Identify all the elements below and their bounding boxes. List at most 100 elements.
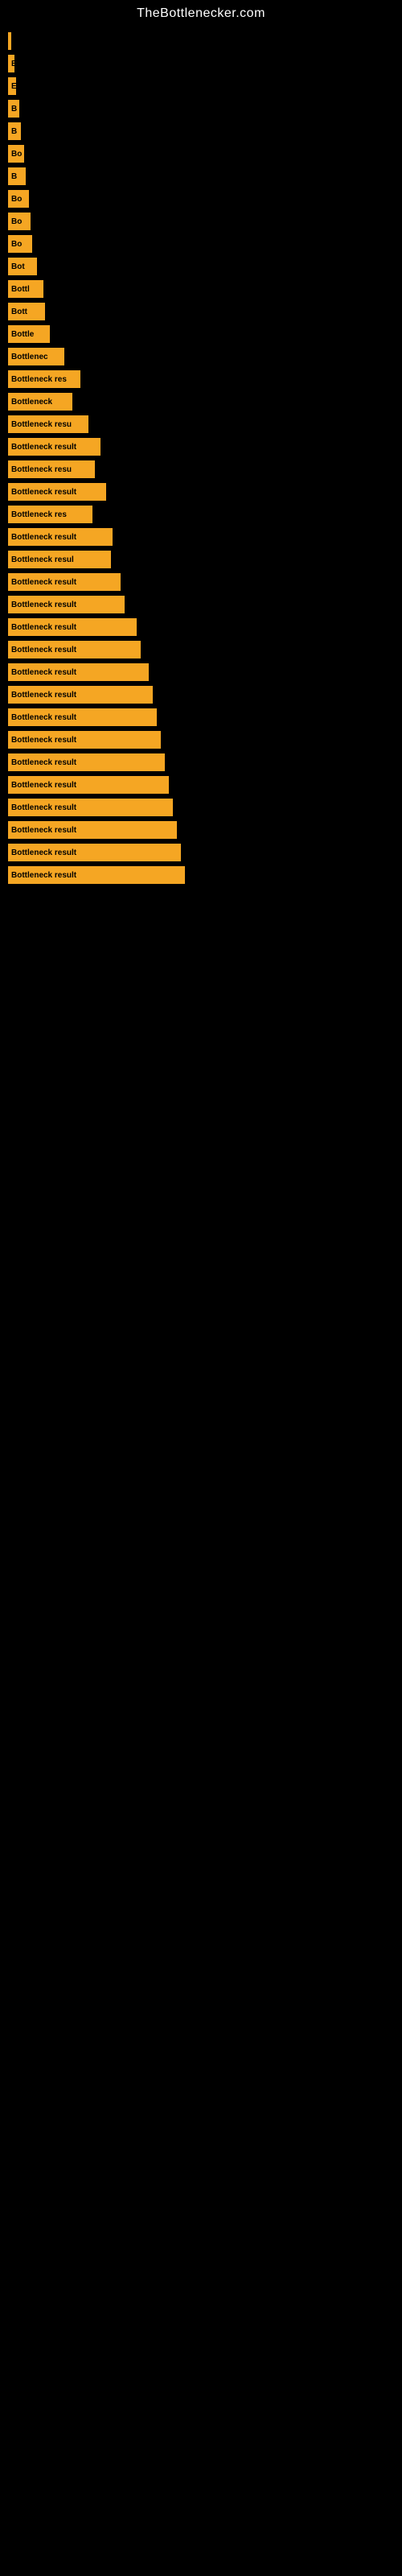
bar-item: Bottleneck result <box>8 483 106 501</box>
bar-label: Bottleneck res <box>11 510 67 519</box>
bar-row: Bottleneck resu <box>8 415 402 433</box>
bar-item: Bottleneck res <box>8 370 80 388</box>
bar-item: E <box>8 55 14 72</box>
bar-label: Bottlenec <box>11 353 48 361</box>
bar-label: Bott <box>11 308 27 316</box>
bar-label: Bottleneck result <box>11 668 76 677</box>
bar-item: Bottleneck result <box>8 686 153 704</box>
bar-label: Bottleneck resul <box>11 555 74 564</box>
bar-row: Bottleneck res <box>8 370 402 388</box>
bar-label: Bottleneck result <box>11 691 76 700</box>
bar-item: Bott <box>8 303 45 320</box>
bar-row: Bottleneck result <box>8 663 402 681</box>
bar-row: Bottleneck result <box>8 483 402 501</box>
bar-label: Bottleneck res <box>11 375 67 384</box>
bar-row: Bott <box>8 303 402 320</box>
bar-row: Bo <box>8 235 402 253</box>
bar-label: Bottleneck <box>11 398 52 407</box>
bar-item: Bottleneck result <box>8 753 165 771</box>
bar-row: Bottleneck result <box>8 753 402 771</box>
bar-row: Bottleneck result <box>8 686 402 704</box>
bar-label: Bottleneck result <box>11 443 76 452</box>
bar-label: Bottleneck result <box>11 578 76 587</box>
bar-item: Bottleneck result <box>8 596 125 613</box>
bar-item: Bottleneck result <box>8 573 121 591</box>
bar-label: Bottleneck result <box>11 601 76 609</box>
bar-row: B <box>8 122 402 140</box>
bar-row <box>8 32 402 50</box>
bar-item: Bottleneck result <box>8 641 141 658</box>
bar-row: Bottleneck result <box>8 573 402 591</box>
bar-item: Bottleneck resu <box>8 415 88 433</box>
bar-row: Bottleneck result <box>8 708 402 726</box>
bar-row: Bottleneck resu <box>8 460 402 478</box>
bar-item: Bottl <box>8 280 43 298</box>
bar-label: Bottleneck result <box>11 646 76 654</box>
bar-row: Bottleneck result <box>8 641 402 658</box>
bar-row: Bottleneck result <box>8 438 402 456</box>
bar-item: Bottleneck result <box>8 618 137 636</box>
bar-item: Bottleneck result <box>8 438 100 456</box>
bar-label: Bottleneck resu <box>11 420 72 429</box>
bar-row: Bottleneck result <box>8 731 402 749</box>
bar-label: Bottleneck resu <box>11 465 72 474</box>
bar-row: Bot <box>8 258 402 275</box>
bar-label: Bo <box>11 150 22 159</box>
bar-label: Bottleneck result <box>11 803 76 812</box>
bar-label: Bottle <box>11 330 34 339</box>
bar-item: B <box>8 167 26 185</box>
bar-item: Bottleneck result <box>8 528 113 546</box>
bar-item: Bottleneck result <box>8 776 169 794</box>
bar-label: Bottleneck result <box>11 488 76 497</box>
bar-row: Bo <box>8 145 402 163</box>
bar-row: Bottleneck resul <box>8 551 402 568</box>
bar-label: Bo <box>11 240 22 249</box>
bar-item: Bot <box>8 258 37 275</box>
bar-label: Bottleneck result <box>11 871 76 880</box>
bar-item: Bottleneck resul <box>8 551 111 568</box>
bar-label: Bottleneck result <box>11 848 76 857</box>
bar-label: Bottleneck result <box>11 826 76 835</box>
bar-label: B <box>11 172 17 181</box>
bar-row: Bottleneck <box>8 393 402 411</box>
bar-item: B <box>8 100 19 118</box>
bar-row: Bottleneck result <box>8 618 402 636</box>
bar-item: Bottleneck result <box>8 866 185 884</box>
bar-row: Bottleneck result <box>8 528 402 546</box>
bar-item: Bottleneck result <box>8 799 173 816</box>
bar-item: Bottleneck result <box>8 821 177 839</box>
bar-item: Bo <box>8 213 31 230</box>
bar-label: Bottleneck result <box>11 736 76 745</box>
bar-row: Bottle <box>8 325 402 343</box>
bar-item: Bottleneck result <box>8 708 157 726</box>
bar-item: Bottleneck resu <box>8 460 95 478</box>
bar-label: Bottleneck result <box>11 758 76 767</box>
bar-row: B <box>8 167 402 185</box>
bar-row: Bottleneck result <box>8 844 402 861</box>
bar-label: Bo <box>11 217 22 226</box>
bar-item: Bo <box>8 235 32 253</box>
bar-row: Bo <box>8 213 402 230</box>
bar-row: Bottlenec <box>8 348 402 365</box>
bar-label: Bo <box>11 195 22 204</box>
bar-label: B <box>11 127 17 136</box>
bars-container: E E B B Bo B Bo Bo Bo Bot Bottl Bott Bottle Bottlenec… <box>0 24 402 897</box>
bar-item <box>8 32 11 50</box>
bar-item: E <box>8 77 16 95</box>
bar-item: Bottleneck result <box>8 663 149 681</box>
bar-label: Bottl <box>11 285 30 294</box>
bar-item: Bo <box>8 145 24 163</box>
bar-row: Bottleneck result <box>8 776 402 794</box>
bar-label: Bottleneck result <box>11 533 76 542</box>
bar-label: E <box>11 82 16 91</box>
bar-row: E <box>8 77 402 95</box>
bar-label: Bot <box>11 262 25 271</box>
bar-label: E <box>11 60 14 68</box>
bar-row: Bottleneck result <box>8 596 402 613</box>
site-title: TheBottlenecker.com <box>0 0 402 24</box>
bar-row: Bottl <box>8 280 402 298</box>
bar-item: Bottle <box>8 325 50 343</box>
bar-label: B <box>11 105 17 114</box>
bar-row: Bo <box>8 190 402 208</box>
bar-item: B <box>8 122 21 140</box>
